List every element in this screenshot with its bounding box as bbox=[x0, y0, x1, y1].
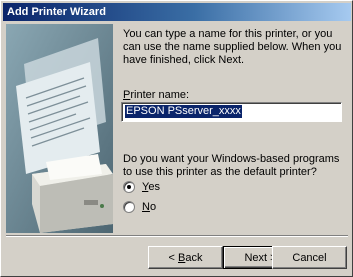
printer-name-label: Printer name: bbox=[123, 89, 189, 102]
title-bar[interactable]: Add Printer Wizard bbox=[3, 3, 351, 21]
back-button-rest: ack bbox=[185, 251, 203, 264]
radio-no-label: No bbox=[142, 201, 156, 213]
radio-yes-button[interactable] bbox=[123, 181, 135, 193]
back-button-prefix: < bbox=[168, 251, 178, 264]
back-button[interactable]: < Back bbox=[148, 246, 223, 269]
wizard-printer-illustration bbox=[6, 24, 113, 233]
radio-no-rest: o bbox=[149, 201, 157, 213]
radio-yes[interactable]: Yes bbox=[123, 180, 160, 194]
intro-text: You can type a name for this printer, or… bbox=[123, 28, 342, 66]
cancel-button-label: Cancel bbox=[292, 251, 327, 264]
radio-no-button[interactable] bbox=[123, 201, 135, 213]
printer-name-input[interactable]: EPSON PSserver_xxxx bbox=[121, 102, 342, 122]
default-printer-question: Do you want your Windows-based programs … bbox=[123, 153, 340, 178]
radio-no-hotkey: N bbox=[142, 201, 150, 213]
radio-yes-rest: es bbox=[148, 181, 160, 193]
radio-no[interactable]: No bbox=[123, 200, 156, 214]
printer-name-label-rest: rinter name: bbox=[130, 89, 190, 101]
back-button-hotkey: B bbox=[178, 251, 186, 264]
cancel-button[interactable]: Cancel bbox=[272, 246, 347, 269]
radio-selected-dot-icon bbox=[127, 185, 131, 189]
button-separator bbox=[6, 235, 348, 237]
window-title: Add Printer Wizard bbox=[7, 6, 106, 18]
add-printer-wizard-dialog: Add Printer Wizard You can type a name f… bbox=[0, 0, 353, 277]
radio-yes-label: Yes bbox=[142, 181, 160, 193]
printer-name-value: EPSON PSserver_xxxx bbox=[125, 105, 242, 118]
